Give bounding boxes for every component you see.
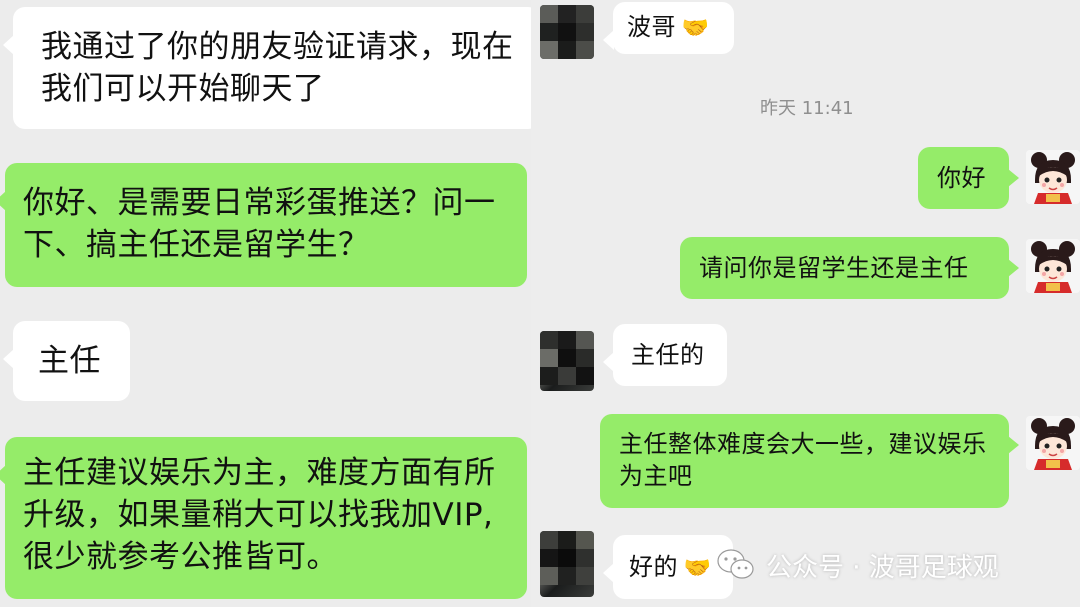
left-message-text: 主任建议娱乐为主，难度方面有所升级，如果量稍大可以找我加VIP,很少就参考公推皆… [23, 455, 496, 575]
left-message-white-1: 我通过了你的朋友验证请求，现在我们可以开始聊天了 [3, 7, 540, 129]
right-message-text: 主任的 [631, 341, 705, 369]
left-message-text: 你好、是需要日常彩蛋推送？问一下、搞主任还是留学生？ [23, 185, 496, 263]
self-avatar[interactable] [1026, 416, 1080, 470]
right-chat-panel: 波哥 🤝 昨天 11:41 你好 请问你是留学生还是主任 主任的 主任整体难度会… [531, 0, 1080, 607]
self-avatar[interactable] [1026, 150, 1080, 204]
left-message-text: 我通过了你的朋友验证请求，现在我们可以开始聊天了 [41, 29, 514, 107]
right-message-white-2: 主任的 [603, 324, 727, 386]
right-message-white-3: 好的 🤝 [603, 535, 733, 599]
cartoon-girl-icon [1026, 416, 1080, 470]
cartoon-girl-icon [1026, 239, 1080, 293]
handshake-emoji-icon: 🤝 [681, 16, 710, 41]
left-message-white-2: 主任 [3, 321, 130, 401]
left-chat-panel: 我通过了你的朋友验证请求，现在我们可以开始聊天了 你好、是需要日常彩蛋推送？问一… [0, 0, 550, 607]
watermark-label: 公众号 · 波哥足球观 [766, 552, 999, 583]
right-message-green-2: 请问你是留学生还是主任 [680, 237, 1019, 299]
handshake-emoji-icon: 🤝 [683, 556, 712, 581]
contact-avatar[interactable] [540, 531, 594, 597]
wechat-official-account-icon [717, 549, 754, 579]
right-message-text: 你好 [937, 164, 986, 192]
right-message-text: 主任整体难度会大一些，建议娱乐为主吧 [619, 430, 987, 491]
timestamp: 昨天 11:41 [760, 98, 854, 119]
contact-avatar[interactable] [540, 331, 594, 391]
left-message-text: 主任 [38, 343, 101, 379]
self-avatar[interactable] [1026, 239, 1080, 293]
right-message-white-1: 波哥 🤝 [603, 2, 734, 54]
right-message-green-1: 你好 [918, 147, 1019, 209]
left-message-green-1: 你好、是需要日常彩蛋推送？问一下、搞主任还是留学生？ [0, 163, 527, 287]
right-message-text: 波哥 [627, 13, 676, 41]
right-message-text: 好的 [629, 553, 678, 581]
right-message-green-3: 主任整体难度会大一些，建议娱乐为主吧 [600, 414, 1019, 508]
chat-screenshot-composite: 我通过了你的朋友验证请求，现在我们可以开始聊天了 你好、是需要日常彩蛋推送？问一… [0, 0, 1080, 607]
watermark: 公众号 · 波哥足球观 [716, 545, 999, 585]
cartoon-girl-icon [1026, 150, 1080, 204]
left-message-green-2: 主任建议娱乐为主，难度方面有所升级，如果量稍大可以找我加VIP,很少就参考公推皆… [0, 437, 527, 599]
right-message-text: 请问你是留学生还是主任 [699, 254, 969, 282]
contact-avatar[interactable] [540, 5, 594, 59]
